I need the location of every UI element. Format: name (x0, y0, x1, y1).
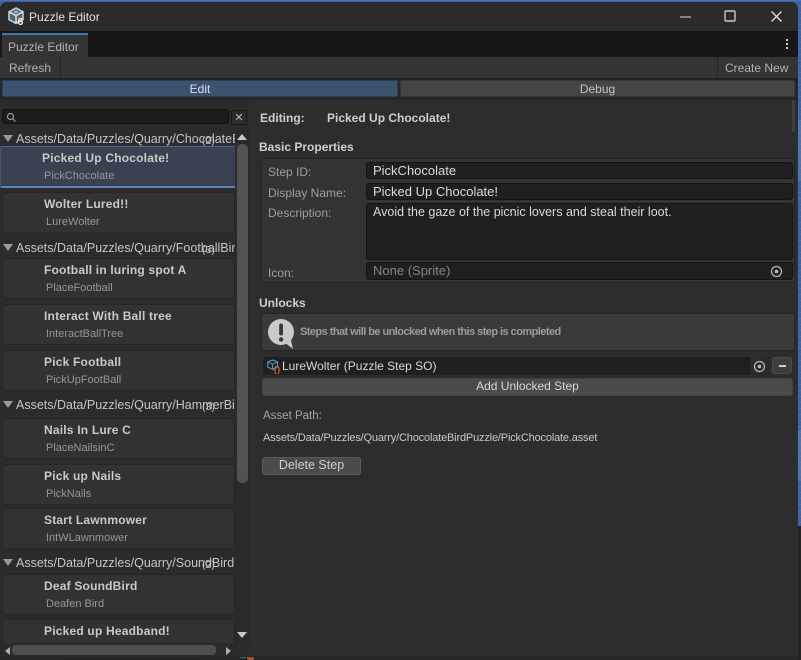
svg-text:6: 6 (17, 16, 23, 26)
svg-text:{}: {} (274, 365, 282, 375)
